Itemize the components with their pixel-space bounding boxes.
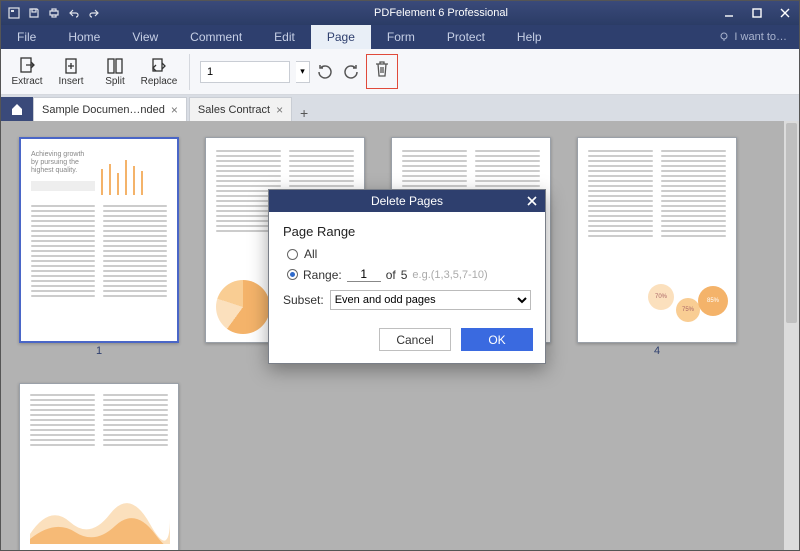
replace-button[interactable]: Replace: [139, 50, 179, 94]
page-number-dropdown[interactable]: ▾: [296, 61, 310, 83]
menu-file[interactable]: File: [1, 25, 52, 49]
print-icon[interactable]: [47, 6, 61, 20]
radio-range[interactable]: [287, 269, 298, 280]
dialog-section-label: Page Range: [283, 224, 531, 239]
new-tab-button[interactable]: +: [294, 105, 314, 121]
range-from-input[interactable]: [347, 267, 381, 282]
extract-button[interactable]: Extract: [7, 50, 47, 94]
doc-tab-1[interactable]: Sample Documen…nded ×: [33, 97, 187, 121]
rotate-ccw-button[interactable]: [314, 61, 336, 83]
page-thumb-4-number: 4: [654, 345, 660, 357]
redo-icon[interactable]: [87, 6, 101, 20]
app-icon: [7, 6, 21, 20]
page-thumb-1[interactable]: Achieving growth by pursuing the highest…: [19, 137, 179, 357]
menu-view[interactable]: View: [116, 25, 174, 49]
subset-select[interactable]: Even and odd pages: [330, 290, 531, 310]
menu-comment[interactable]: Comment: [174, 25, 258, 49]
doc-tab-1-label: Sample Documen…nded: [42, 104, 165, 116]
scrollbar-thumb[interactable]: [786, 123, 797, 323]
radio-all[interactable]: [287, 249, 298, 260]
home-tab-icon[interactable]: [1, 97, 33, 121]
save-icon[interactable]: [27, 6, 41, 20]
maximize-button[interactable]: [743, 1, 771, 25]
menu-form[interactable]: Form: [371, 25, 431, 49]
range-hint: e.g.(1,3,5,7-10): [412, 269, 487, 281]
doc-tab-2-close[interactable]: ×: [276, 103, 283, 117]
rotate-cw-button[interactable]: [340, 61, 362, 83]
extract-label: Extract: [11, 76, 42, 87]
undo-icon[interactable]: [67, 6, 81, 20]
replace-label: Replace: [141, 76, 178, 87]
dialog-titlebar[interactable]: Delete Pages: [269, 190, 545, 212]
radio-range-row[interactable]: Range: of 5 e.g.(1,3,5,7-10): [287, 267, 531, 282]
dialog-close-button[interactable]: [523, 192, 541, 210]
ok-button[interactable]: OK: [461, 328, 533, 351]
page-thumb-5[interactable]: [19, 383, 179, 550]
menu-page[interactable]: Page: [311, 25, 371, 49]
dialog-title: Delete Pages: [371, 194, 443, 208]
vertical-scrollbar[interactable]: [784, 121, 799, 550]
insert-label: Insert: [58, 76, 83, 87]
page-thumb-1-number: 1: [96, 345, 102, 357]
menu-help[interactable]: Help: [501, 25, 558, 49]
range-of-label: of: [386, 268, 396, 282]
titlebar: PDFelement 6 Professional: [1, 1, 799, 25]
radio-all-row[interactable]: All: [287, 247, 531, 261]
window-controls: [715, 1, 799, 25]
menu-home[interactable]: Home: [52, 25, 116, 49]
split-label: Split: [105, 76, 124, 87]
split-button[interactable]: Split: [95, 50, 135, 94]
ribbon: Extract Insert Split Replace ▾: [1, 49, 799, 95]
subset-label: Subset:: [283, 293, 324, 307]
menu-edit[interactable]: Edit: [258, 25, 311, 49]
page-thumb-4[interactable]: 70% 75% 85% 4: [577, 137, 737, 357]
radio-range-label: Range:: [303, 268, 342, 282]
page-number-control: ▾: [200, 61, 310, 83]
app-title: PDFelement 6 Professional: [107, 7, 715, 19]
i-want-to-label: I want to…: [734, 31, 787, 43]
quick-access-toolbar: [1, 6, 107, 20]
menu-protect[interactable]: Protect: [431, 25, 501, 49]
cancel-button[interactable]: Cancel: [379, 328, 451, 351]
i-want-to[interactable]: I want to…: [718, 31, 799, 43]
close-button[interactable]: [771, 1, 799, 25]
doc-tab-2-label: Sales Contract: [198, 104, 270, 116]
insert-button[interactable]: Insert: [51, 50, 91, 94]
delete-pages-dialog: Delete Pages Page Range All Range: of 5 …: [268, 189, 546, 364]
menubar: File Home View Comment Edit Page Form Pr…: [1, 25, 799, 49]
doc-tab-1-close[interactable]: ×: [171, 103, 178, 117]
document-tabs: Sample Documen…nded × Sales Contract × +: [1, 95, 799, 121]
radio-all-label: All: [304, 247, 317, 261]
delete-page-button[interactable]: [366, 54, 398, 89]
page-number-input[interactable]: [200, 61, 290, 83]
doc-tab-2[interactable]: Sales Contract ×: [189, 97, 292, 121]
range-total-label: 5: [401, 268, 408, 282]
trash-icon: [373, 59, 391, 79]
minimize-button[interactable]: [715, 1, 743, 25]
